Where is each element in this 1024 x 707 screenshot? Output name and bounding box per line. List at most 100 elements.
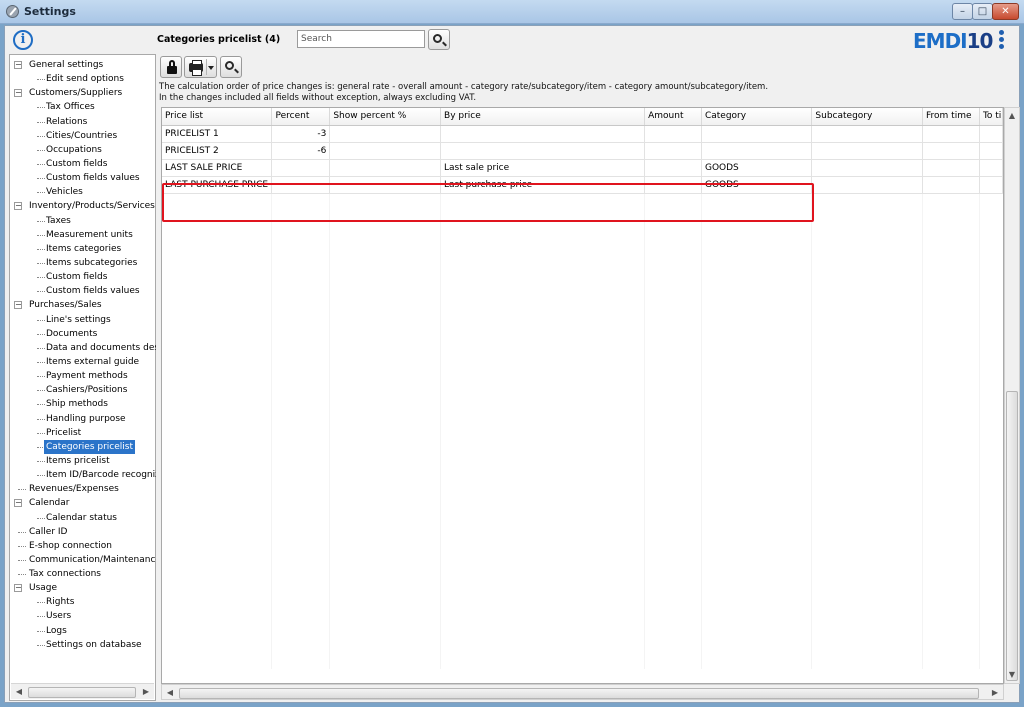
table-row[interactable] [162,244,1003,261]
tree-scroll-thumb[interactable] [28,687,136,698]
table-cell[interactable] [440,414,646,431]
table-cell[interactable] [811,380,923,397]
table-cell[interactable] [440,448,646,465]
table-cell[interactable] [922,244,980,261]
table-cell[interactable] [329,142,442,160]
table-cell[interactable] [271,431,331,448]
table-cell[interactable] [162,635,273,652]
table-cell[interactable]: Last purchase price [440,176,646,194]
search-button[interactable] [428,29,450,50]
maximize-button[interactable]: □ [972,3,993,20]
table-cell[interactable] [922,601,980,618]
table-cell[interactable] [440,635,646,652]
table-cell[interactable] [644,448,702,465]
table-cell[interactable] [329,652,442,669]
table-cell[interactable] [979,618,1002,635]
table-cell[interactable] [922,295,980,312]
table-row[interactable]: PRICELIST 1 -3 [162,125,1003,143]
table-cell[interactable] [922,567,980,584]
table-cell[interactable] [922,261,980,278]
table-cell[interactable] [271,380,331,397]
table-cell[interactable] [644,227,702,244]
table-cell[interactable] [979,550,1002,567]
table-cell[interactable] [440,125,646,143]
table-cell[interactable] [644,601,702,618]
table-row[interactable] [162,601,1003,618]
table-cell[interactable]: GOODS [701,159,813,177]
table-row[interactable] [162,567,1003,584]
table-cell[interactable] [440,142,646,160]
table-cell[interactable] [701,397,813,414]
table-cell[interactable] [271,227,331,244]
table-cell[interactable] [644,295,702,312]
table-cell[interactable] [329,261,442,278]
table-cell[interactable] [644,550,702,567]
table-cell[interactable] [644,397,702,414]
table-cell[interactable] [979,465,1002,482]
collapse-icon[interactable]: − [14,61,22,69]
scroll-left-icon[interactable]: ◀ [12,685,26,699]
sidebar-item[interactable]: Custom fields [10,157,156,171]
table-cell[interactable] [162,601,273,618]
table-cell[interactable] [162,516,273,533]
sidebar-item[interactable]: Revenues/Expenses [10,482,156,496]
sidebar-item[interactable]: Relations [10,115,156,129]
table-cell[interactable] [701,516,813,533]
table-cell[interactable] [329,227,442,244]
table-cell[interactable] [644,312,702,329]
table-cell[interactable] [922,363,980,380]
table-cell[interactable] [922,329,980,346]
table-cell[interactable] [271,414,331,431]
column-header-subcategory[interactable]: Subcategory [811,108,923,126]
table-cell[interactable] [644,244,702,261]
table-cell[interactable] [979,227,1002,244]
table-cell[interactable] [162,244,273,261]
sidebar-item[interactable]: Cities/Countries [10,129,156,143]
table-cell[interactable] [701,312,813,329]
sidebar-item[interactable]: E-shop connection [10,539,156,553]
sidebar-item[interactable]: Data and documents desi [10,341,156,355]
table-cell[interactable] [811,295,923,312]
sidebar-item[interactable]: Custom fields [10,270,156,284]
table-cell[interactable] [162,567,273,584]
table-cell[interactable] [271,601,331,618]
sidebar-item[interactable]: Edit send options [10,72,156,86]
table-cell[interactable] [440,618,646,635]
minimize-button[interactable]: – [952,3,973,20]
table-cell[interactable] [271,499,331,516]
table-cell[interactable] [979,567,1002,584]
table-cell[interactable] [979,482,1002,499]
table-cell[interactable] [162,380,273,397]
table-cell[interactable] [644,482,702,499]
table-cell[interactable] [271,465,331,482]
table-cell[interactable] [979,363,1002,380]
column-header-to-time[interactable]: To ti [979,108,1003,126]
table-cell[interactable] [811,448,923,465]
table-cell[interactable] [271,397,331,414]
table-cell[interactable] [979,176,1003,194]
sidebar-item[interactable]: Measurement units [10,228,156,242]
table-cell[interactable] [440,550,646,567]
table-cell[interactable] [644,278,702,295]
table-cell[interactable] [440,312,646,329]
sidebar-item[interactable]: Pricelist [10,426,156,440]
table-cell[interactable] [979,652,1002,669]
table-cell[interactable] [271,193,331,210]
table-cell[interactable] [979,448,1002,465]
table-row[interactable] [162,312,1003,329]
table-cell[interactable] [644,465,702,482]
table-cell[interactable] [979,329,1002,346]
table-cell[interactable] [811,533,923,550]
table-cell[interactable] [979,516,1002,533]
collapse-icon[interactable]: − [14,584,22,593]
table-cell[interactable] [701,652,813,669]
table-cell[interactable] [922,414,980,431]
table-cell[interactable] [811,261,923,278]
sidebar-item[interactable]: Items categories [10,242,156,256]
table-cell[interactable] [329,329,442,346]
table-cell[interactable] [644,499,702,516]
table-row[interactable] [162,210,1003,227]
table-cell[interactable] [922,380,980,397]
sidebar-item[interactable]: Custom fields values [10,284,156,298]
table-cell[interactable] [811,431,923,448]
